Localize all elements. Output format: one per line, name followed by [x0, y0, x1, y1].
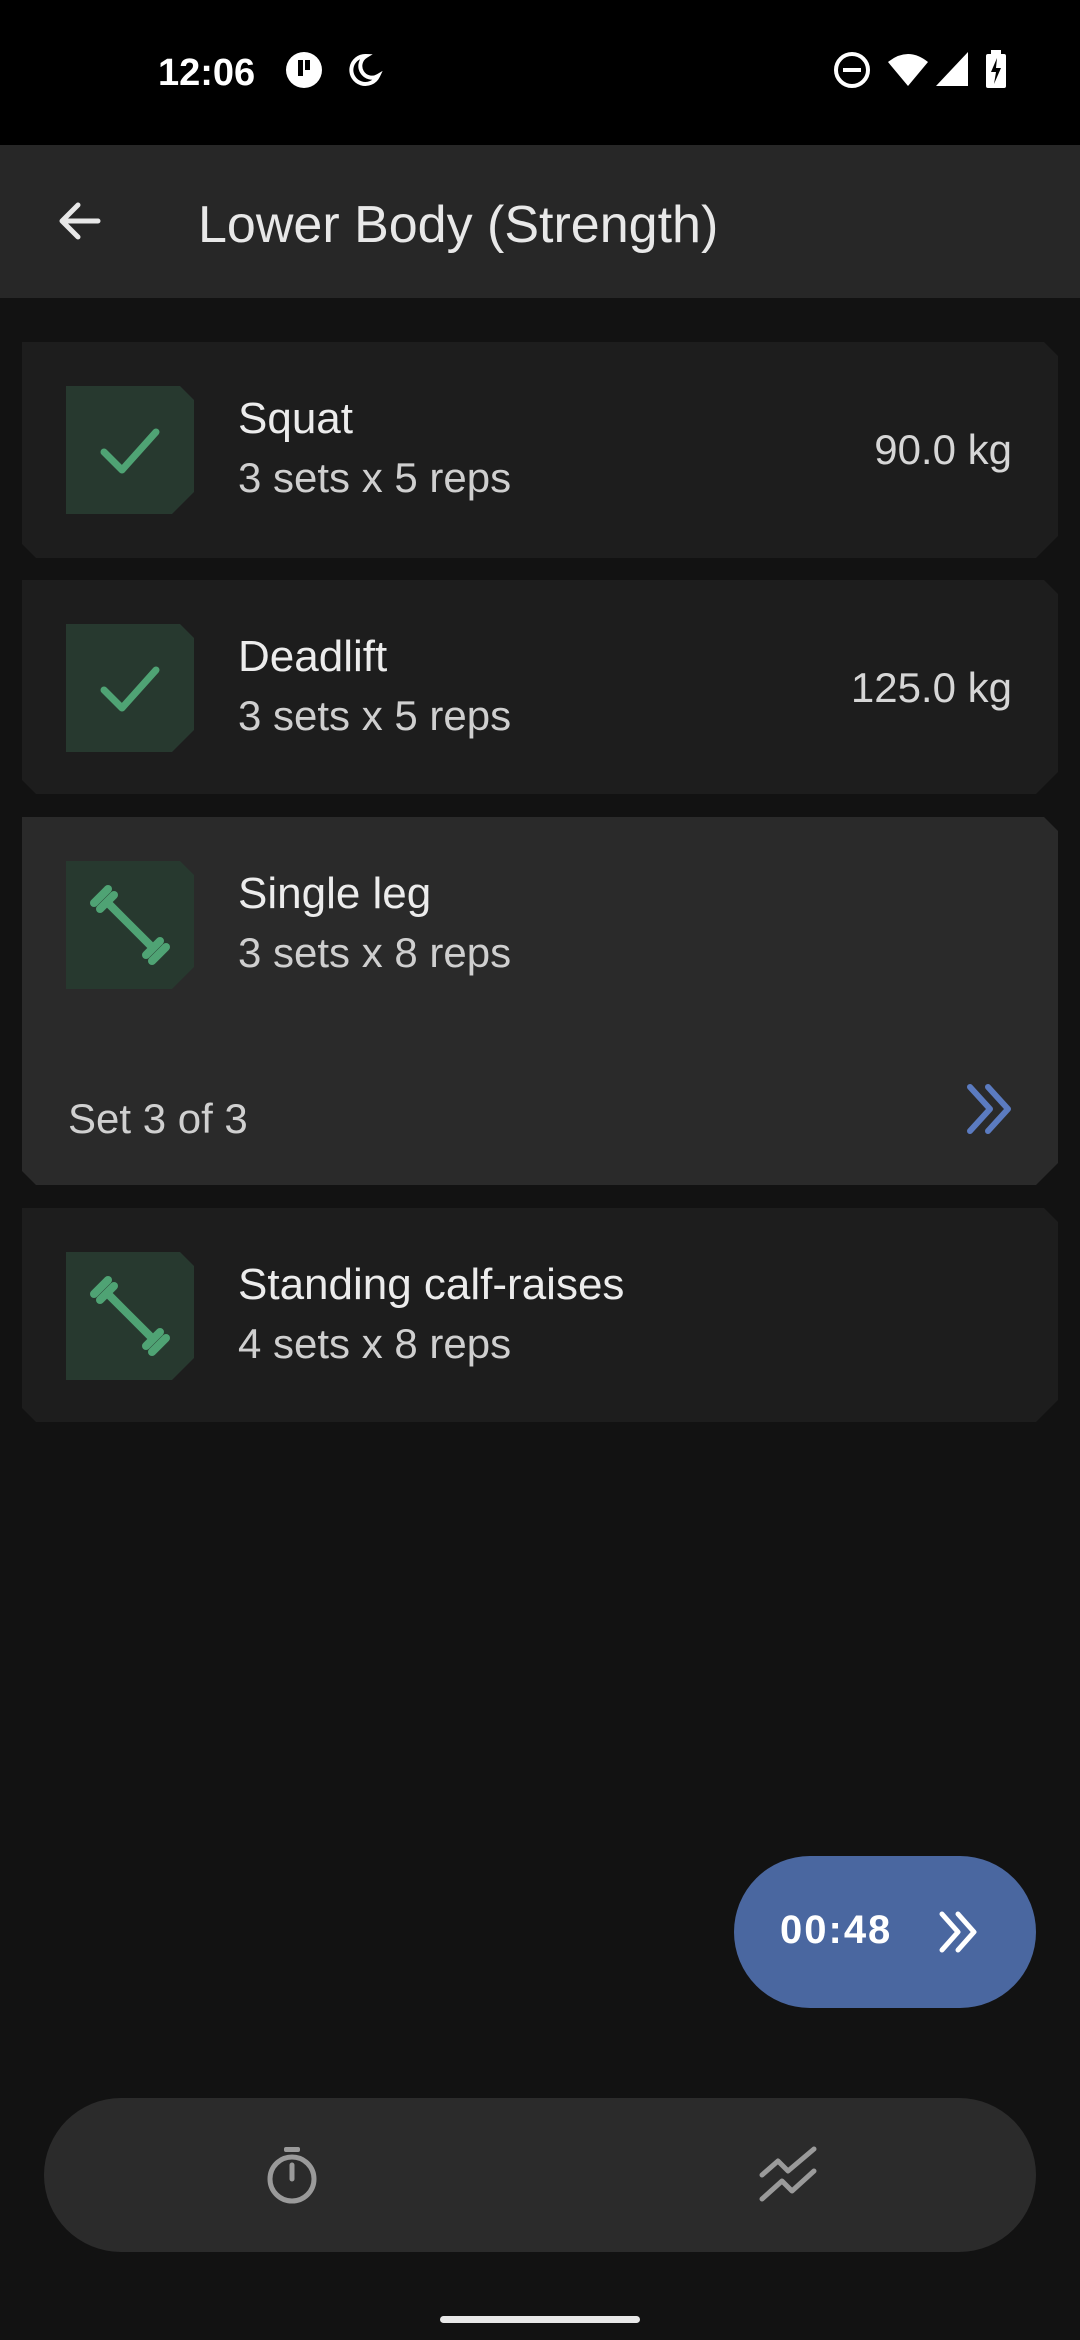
exercise-name: Single leg	[238, 869, 432, 918]
bottom-navigation	[44, 2098, 1036, 2252]
exercise-sets-reps: 4 sets x 8 reps	[238, 1320, 512, 1367]
exercise-status-badge	[66, 624, 194, 752]
do-not-disturb-icon	[834, 52, 870, 88]
exercise-status-badge	[66, 1252, 194, 1380]
exercise-weight: 125.0 kg	[850, 664, 1012, 711]
double-chevron-right-icon	[939, 1911, 977, 1953]
exercise-name: Standing calf-raises	[238, 1260, 625, 1309]
notification-icon	[286, 52, 322, 88]
exercise-card-standing-calf-raises[interactable]: Standing calf-raises 4 sets x 8 reps	[22, 1208, 1058, 1422]
battery-icon	[986, 50, 1006, 88]
stopwatch-icon	[267, 2147, 317, 2204]
check-icon	[90, 648, 170, 728]
trend-chart-icon	[759, 2146, 817, 2202]
tab-timer[interactable]	[44, 2098, 540, 2252]
dumbbell-icon	[90, 885, 170, 965]
status-time: 12:06	[158, 52, 256, 94]
double-chevron-right-icon[interactable]	[960, 1079, 1020, 1139]
exercise-card-single-leg[interactable]: Single leg 3 sets x 8 reps Set 3 of 3	[22, 817, 1058, 1185]
app-bar: Lower Body (Strength)	[0, 145, 1080, 298]
exercise-sets-reps: 3 sets x 8 reps	[238, 929, 512, 976]
back-arrow-icon[interactable]	[48, 189, 112, 253]
set-progress: Set 3 of 3	[68, 1095, 248, 1142]
cell-signal-icon	[936, 52, 968, 86]
exercise-sets-reps: 3 sets x 5 reps	[238, 454, 512, 501]
bedtime-icon	[349, 53, 383, 86]
wifi-icon	[888, 54, 928, 86]
page-title: Lower Body (Strength)	[198, 196, 719, 254]
exercise-sets-reps: 3 sets x 5 reps	[238, 692, 512, 739]
status-bar: 12:06	[0, 0, 1080, 145]
exercise-status-badge	[66, 386, 194, 514]
exercise-card-squat[interactable]: Squat 3 sets x 5 reps 90.0 kg	[22, 342, 1058, 558]
check-icon	[90, 410, 170, 490]
home-indicator[interactable]	[440, 2316, 640, 2323]
dumbbell-icon	[90, 1276, 170, 1356]
tab-progress[interactable]	[540, 2098, 1036, 2252]
exercise-weight: 90.0 kg	[874, 426, 1012, 473]
exercise-status-badge	[66, 861, 194, 989]
exercise-name: Squat	[238, 394, 353, 443]
rest-timer-button[interactable]: 00:48	[734, 1856, 1036, 2008]
exercise-card-deadlift[interactable]: Deadlift 3 sets x 5 reps 125.0 kg	[22, 580, 1058, 794]
rest-timer-time: 00:48	[780, 1908, 893, 1952]
exercise-name: Deadlift	[238, 632, 388, 681]
